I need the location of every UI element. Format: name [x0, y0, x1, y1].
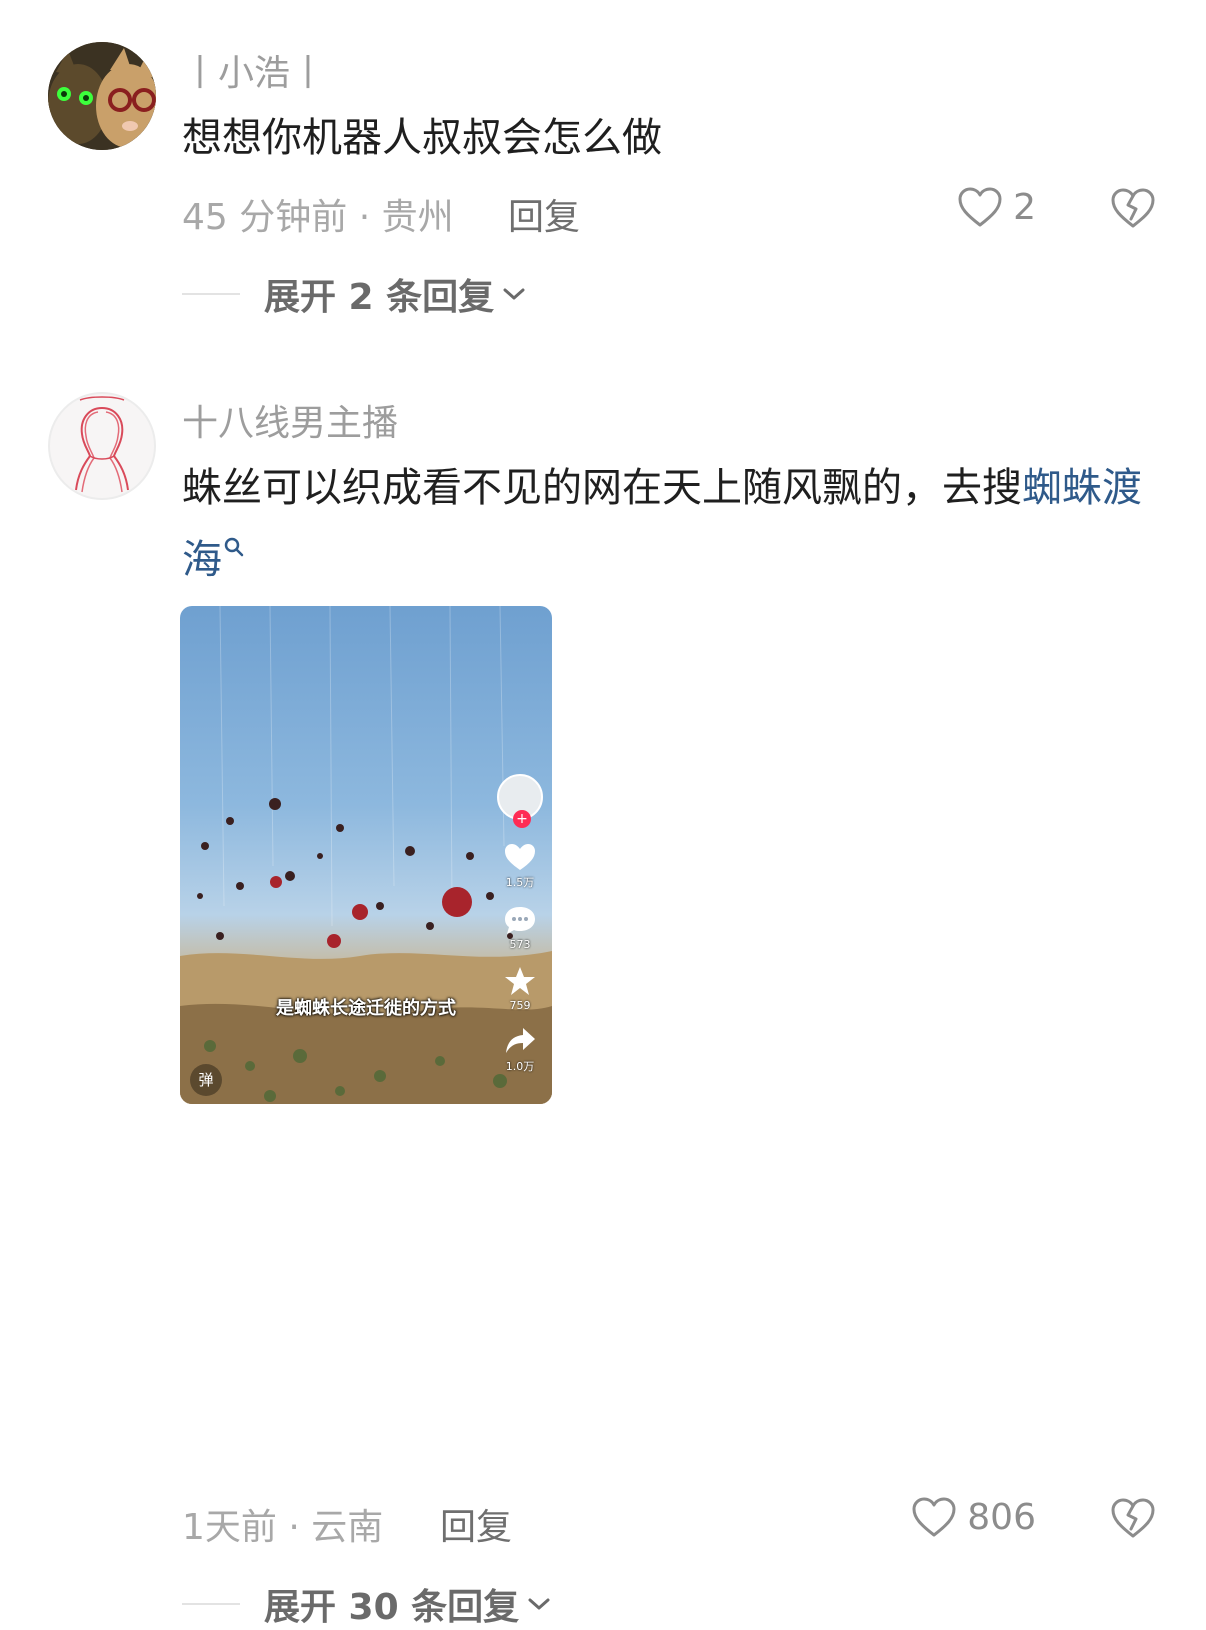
chevron-down-icon: [503, 288, 525, 300]
username[interactable]: 十八线男主播: [182, 394, 398, 446]
like-button[interactable]: 2: [957, 186, 1036, 228]
reply-button[interactable]: 回复: [508, 188, 580, 240]
comment-time-location: 1天前 · 云南: [182, 1507, 384, 1548]
expand-replies-button[interactable]: 展开 30 条回复: [182, 1578, 551, 1630]
like-button[interactable]: 806: [911, 1496, 1036, 1538]
video-favorite-icon[interactable]: [503, 965, 537, 997]
expand-replies-button[interactable]: 展开 2 条回复: [182, 268, 526, 320]
comment-text-body: 蛛丝可以织成看不见的网在天上随风飘的，去搜: [182, 465, 1022, 511]
video-side-actions: + 1.5万 573 759 1.0万: [494, 774, 546, 1088]
expand-replies-label: 展开 2 条回复: [264, 277, 495, 318]
video-share-icon[interactable]: [503, 1026, 537, 1056]
video-share-count: 1.0万: [505, 1060, 535, 1073]
video-thumbnail[interactable]: 是蜘蛛长途迁徙的方式 + 1.5万 573 759 1.0万 弹: [180, 606, 552, 1104]
dislike-button[interactable]: [1110, 186, 1156, 234]
heart-icon: [912, 1497, 956, 1537]
video-comment-count: 573: [509, 938, 531, 951]
reply-button[interactable]: 回复: [440, 1498, 512, 1550]
video-like-icon[interactable]: [503, 842, 537, 872]
avatar-sketch-image: [75, 396, 129, 493]
danmaku-toggle-button[interactable]: 弹: [190, 1064, 222, 1096]
comment-time-location: 45 分钟前 · 贵州: [182, 197, 454, 238]
video-comment-icon[interactable]: [503, 904, 537, 936]
like-count: 806: [967, 1496, 1036, 1538]
comment-text: 想想你机器人叔叔会怎么做: [182, 115, 662, 161]
heart-icon: [958, 187, 1002, 227]
search-icon[interactable]: [222, 535, 246, 559]
avatar[interactable]: [48, 392, 156, 500]
divider-line: [182, 1603, 240, 1605]
like-count: 2: [1013, 186, 1036, 228]
expand-replies-label: 展开 30 条回复: [264, 1587, 520, 1628]
creator-avatar[interactable]: +: [497, 774, 543, 828]
video-like-count: 1.5万: [505, 876, 535, 889]
broken-heart-icon: [1111, 1498, 1155, 1538]
avatar[interactable]: [48, 42, 156, 150]
comment-item: 丨小浩丨 想想你机器人叔叔会怎么做 45 分钟前 · 贵州 回复 2 展开 2 …: [0, 0, 1206, 340]
divider-line: [182, 293, 240, 295]
comment-text: 蛛丝可以织成看不见的网在天上随风飘的，去搜蜘蛛渡海: [182, 452, 1162, 596]
broken-heart-icon: [1111, 188, 1155, 228]
video-favorite-count: 759: [509, 999, 531, 1012]
avatar-cats-image: [48, 42, 156, 150]
dislike-button[interactable]: [1110, 1496, 1156, 1544]
username[interactable]: 丨小浩丨: [182, 44, 326, 96]
follow-plus-icon[interactable]: +: [513, 810, 531, 828]
chevron-down-icon: [528, 1598, 550, 1610]
